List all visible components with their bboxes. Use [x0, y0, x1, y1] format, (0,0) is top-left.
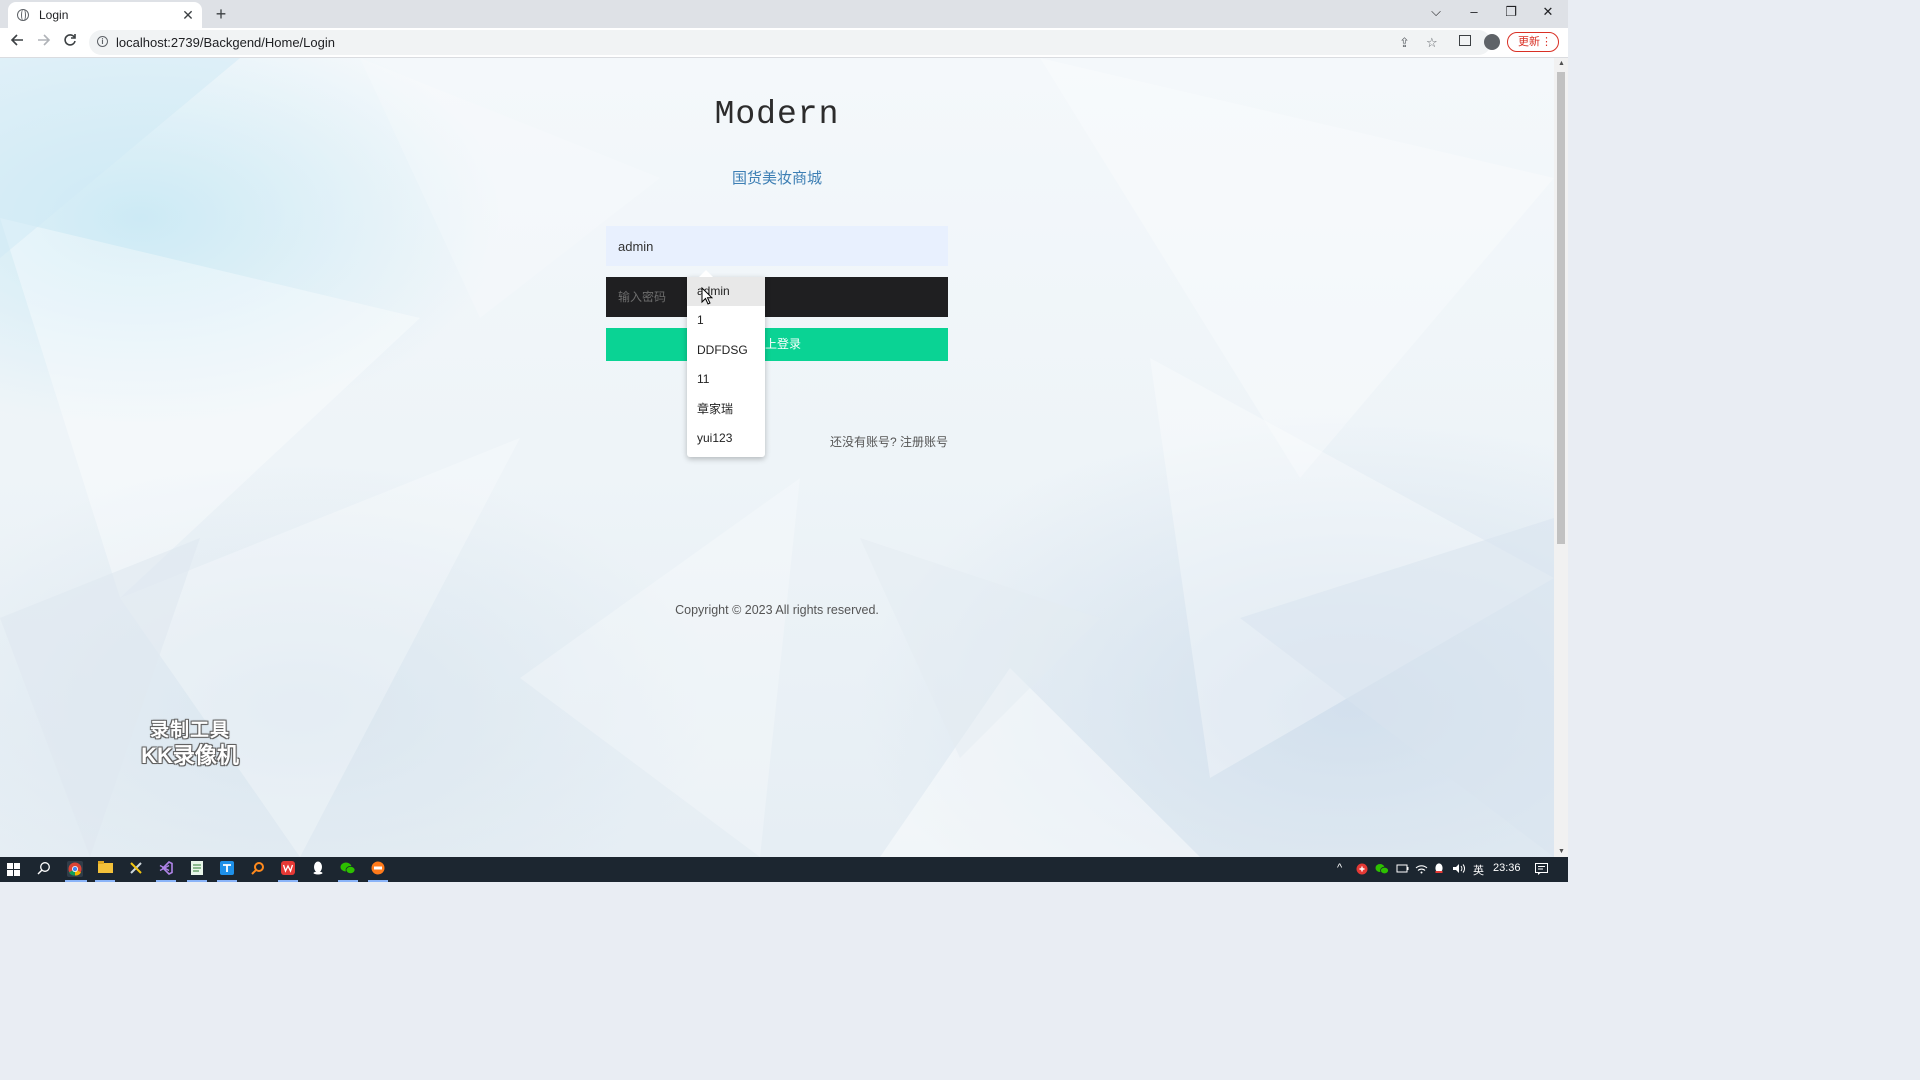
scroll-down-icon[interactable]: ▼ [1558, 848, 1565, 855]
site-subtitle: 国货美妆商城 [731, 170, 822, 187]
browser-tab-strip: Login ✕ + ⌵ – ❐ ✕ [0, 0, 1568, 28]
taskbar-clock[interactable]: 23:36 [1493, 862, 1521, 874]
minimize-button[interactable]: – [1464, 4, 1484, 19]
visual-studio-icon[interactable] [158, 861, 174, 877]
reload-icon [64, 34, 76, 46]
autocomplete-item[interactable]: 章家瑞 [687, 395, 765, 424]
security-tray-icon[interactable] [1356, 863, 1368, 878]
address-bar[interactable]: i localhost:2739/Backgend/Home/Login ⇪ ☆ [89, 30, 1491, 55]
recorder-watermark: 录制工具 KK录像机 [131, 719, 249, 769]
wechat-tray-icon[interactable] [1375, 863, 1389, 878]
back-arrow-icon [10, 34, 23, 46]
login-page: Modern 国货美妆商城 上登录 还没有账号? 注册账号 Copyright … [0, 58, 1554, 857]
tray-overflow-icon[interactable]: ^ [1337, 862, 1342, 874]
login-button-label: 上登录 [764, 337, 801, 351]
running-app-indicator [217, 880, 237, 882]
browser-toolbar: i localhost:2739/Backgend/Home/Login ⇪ ☆ [0, 28, 1568, 58]
autocomplete-item[interactable]: 1 [687, 306, 765, 335]
ime-indicator[interactable]: 英 [1473, 862, 1484, 878]
update-button[interactable]: 更新 ⋮ [1507, 32, 1559, 52]
register-link[interactable]: 还没有账号? 注册账号 [606, 433, 948, 450]
password-input[interactable] [606, 277, 948, 317]
file-explorer-icon[interactable] [97, 861, 113, 877]
reload-button[interactable] [61, 33, 79, 51]
tab-title: Login [39, 8, 69, 22]
watermark-line1: 录制工具 [149, 720, 230, 741]
windows-taskbar: ^ 英 23:36 [0, 857, 1568, 882]
chrome-icon[interactable] [67, 861, 83, 877]
page-scrollbar[interactable]: ▲ ▼ [1554, 58, 1568, 857]
bookmark-star-icon[interactable]: ☆ [1426, 35, 1438, 51]
copyright-text: Copyright © 2023 All rights reserved. [675, 603, 879, 617]
url-text: localhost:2739/Backgend/Home/Login [116, 35, 335, 50]
close-window-button[interactable]: ✕ [1538, 4, 1558, 20]
windows-start-icon[interactable] [7, 863, 21, 877]
dropdown-caret [699, 270, 713, 277]
autocomplete-item[interactable]: DDFDSG [687, 336, 765, 365]
wifi-icon[interactable] [1415, 863, 1428, 877]
search-tool-icon[interactable] [250, 861, 266, 877]
autocomplete-item[interactable]: 11 [687, 365, 765, 394]
running-app-indicator [187, 880, 207, 882]
volume-icon[interactable] [1452, 863, 1466, 877]
login-button[interactable]: 上登录 [606, 328, 948, 361]
editor-app-icon[interactable] [219, 861, 235, 877]
tools-icon[interactable] [128, 861, 144, 877]
forward-arrow-icon [38, 34, 51, 46]
globe-icon [17, 9, 29, 21]
running-app-indicator [368, 880, 388, 882]
search-icon[interactable] [36, 861, 52, 877]
username-input[interactable] [606, 226, 948, 266]
restore-button[interactable]: ❐ [1501, 4, 1521, 20]
wechat-icon[interactable] [340, 861, 356, 877]
back-button[interactable] [8, 33, 26, 51]
notification-icon[interactable] [1535, 863, 1548, 878]
profile-avatar-icon[interactable] [1484, 34, 1500, 50]
menu-dots-icon: ⋮ [1541, 36, 1552, 48]
forward-button[interactable] [35, 33, 53, 51]
recorder-app-icon[interactable] [370, 861, 386, 877]
running-app-indicator [338, 880, 358, 882]
share-icon[interactable]: ⇪ [1399, 35, 1410, 51]
scroll-up-icon[interactable]: ▲ [1558, 60, 1565, 67]
qq-tray-icon[interactable] [1434, 863, 1444, 878]
wps-office-icon[interactable] [280, 861, 296, 877]
autocomplete-dropdown: admin 1 DDFDSG 11 章家瑞 yui123 [687, 270, 765, 457]
tab-close-icon[interactable]: ✕ [180, 7, 196, 24]
site-info-icon[interactable]: i [97, 36, 108, 47]
qq-icon[interactable] [310, 861, 326, 877]
running-app-indicator [278, 880, 298, 882]
browser-tab[interactable]: Login ✕ [8, 2, 202, 28]
autocomplete-item[interactable]: admin [687, 277, 765, 307]
update-label: 更新 [1518, 36, 1540, 48]
watermark-line2: KK录像机 [141, 743, 239, 768]
running-app-indicator [156, 880, 176, 882]
active-app-indicator [65, 880, 87, 882]
site-logo: Modern [714, 96, 840, 133]
notepad-icon[interactable] [189, 861, 205, 877]
mouse-cursor-icon [701, 287, 713, 305]
battery-icon[interactable] [1396, 863, 1409, 877]
tab-search-icon[interactable]: ⌵ [1426, 4, 1446, 20]
side-panel-icon[interactable] [1459, 35, 1471, 46]
running-app-indicator [95, 880, 115, 882]
new-tab-button[interactable]: + [211, 4, 231, 25]
autocomplete-item[interactable]: yui123 [687, 424, 765, 453]
scrollbar-thumb[interactable] [1557, 72, 1565, 544]
